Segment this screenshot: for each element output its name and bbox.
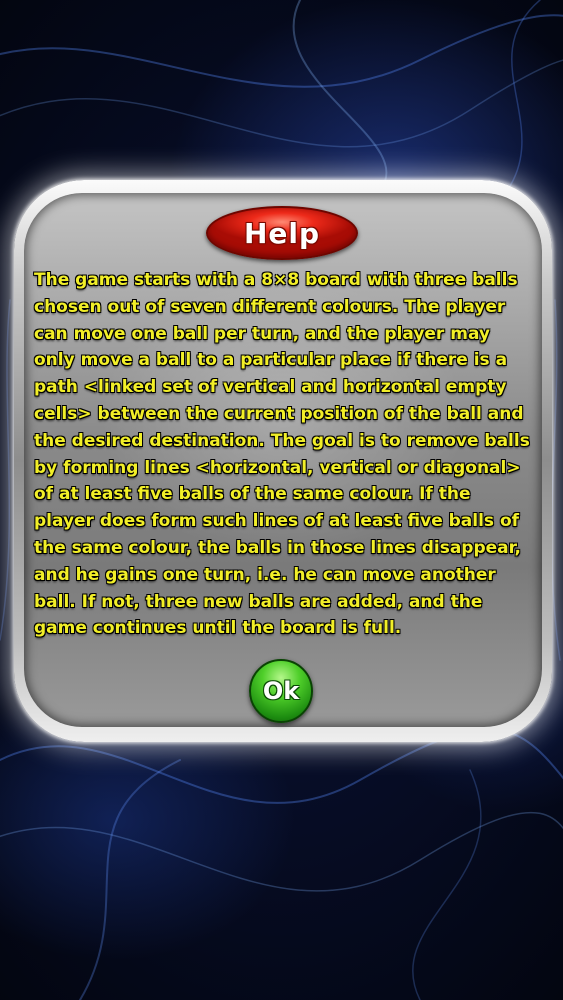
ok-button[interactable]: Ok [249,659,313,723]
help-body-text: The game starts with a 8×8 board with th… [34,270,530,639]
help-title-badge: Help [206,206,358,260]
help-title-label: Help [243,216,321,250]
game-screen: Help The game starts with a 8×8 board wi… [0,0,563,1000]
ok-button-label: Ok [262,677,300,705]
